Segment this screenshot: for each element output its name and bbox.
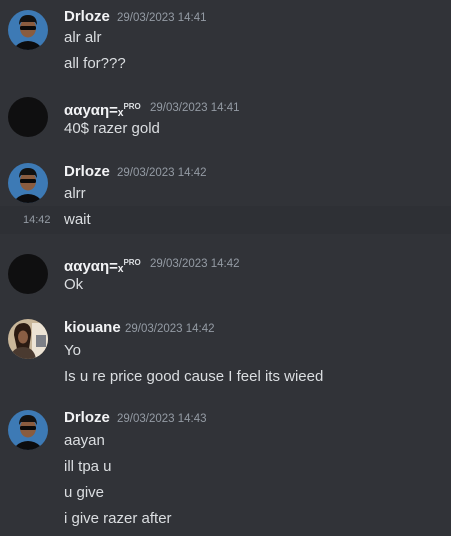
username[interactable]: Drloze (64, 8, 110, 26)
message-hover-time: 14:42 (23, 214, 51, 226)
message-text: ill tpa u (64, 458, 112, 475)
avatar[interactable] (8, 163, 48, 203)
message-timestamp: 29/03/2023 14:42 (125, 323, 215, 335)
message-text: Is u re price good cause I feel its wiee… (64, 368, 324, 385)
message-timestamp: 29/03/2023 14:41 (150, 102, 240, 114)
user-avatar-icon (8, 410, 48, 450)
blank-avatar-icon (8, 254, 48, 294)
pro-badge: PRO (123, 102, 141, 111)
username-suffix: =ₓ (109, 258, 124, 275)
message-text: u give (64, 484, 105, 501)
username[interactable]: ααyαη=ₓPRO (64, 254, 141, 276)
chat-log: Drloze 29/03/2023 14:41 alr alr all for?… (0, 0, 451, 536)
message-timestamp: 29/03/2023 14:43 (117, 413, 207, 425)
message-timestamp: 29/03/2023 14:42 (150, 258, 240, 270)
message-text: alrr (64, 185, 86, 202)
message-text: i give razer after (64, 510, 172, 527)
message-text: 40$ razer gold (64, 120, 160, 137)
message-text: Yo (64, 342, 81, 359)
username[interactable]: ααyαη=ₓPRO (64, 98, 141, 120)
message-timestamp: 29/03/2023 14:42 (117, 167, 207, 179)
pro-badge: PRO (123, 258, 141, 267)
username-suffix: =ₓ (109, 102, 124, 119)
username[interactable]: Drloze (64, 409, 110, 427)
message-text: all for??? (64, 55, 126, 72)
user-avatar-icon (8, 10, 48, 50)
blank-avatar-icon (8, 97, 48, 137)
message-text: Ok (64, 276, 84, 293)
username-text: ααyαη (64, 102, 110, 119)
username[interactable]: Drloze (64, 163, 110, 181)
avatar[interactable] (8, 10, 48, 50)
username-text: ααyαη (64, 258, 110, 275)
message-text: alr alr (64, 29, 102, 46)
user-avatar-icon (8, 163, 48, 203)
avatar[interactable] (8, 410, 48, 450)
message-text: wait (64, 211, 91, 228)
avatar[interactable] (8, 97, 48, 137)
message-timestamp: 29/03/2023 14:41 (117, 12, 207, 24)
avatar[interactable] (8, 254, 48, 294)
avatar[interactable] (8, 319, 48, 359)
username[interactable]: kiouane (64, 319, 121, 337)
message-text: aayan (64, 432, 105, 449)
photo-avatar-icon (8, 319, 48, 359)
